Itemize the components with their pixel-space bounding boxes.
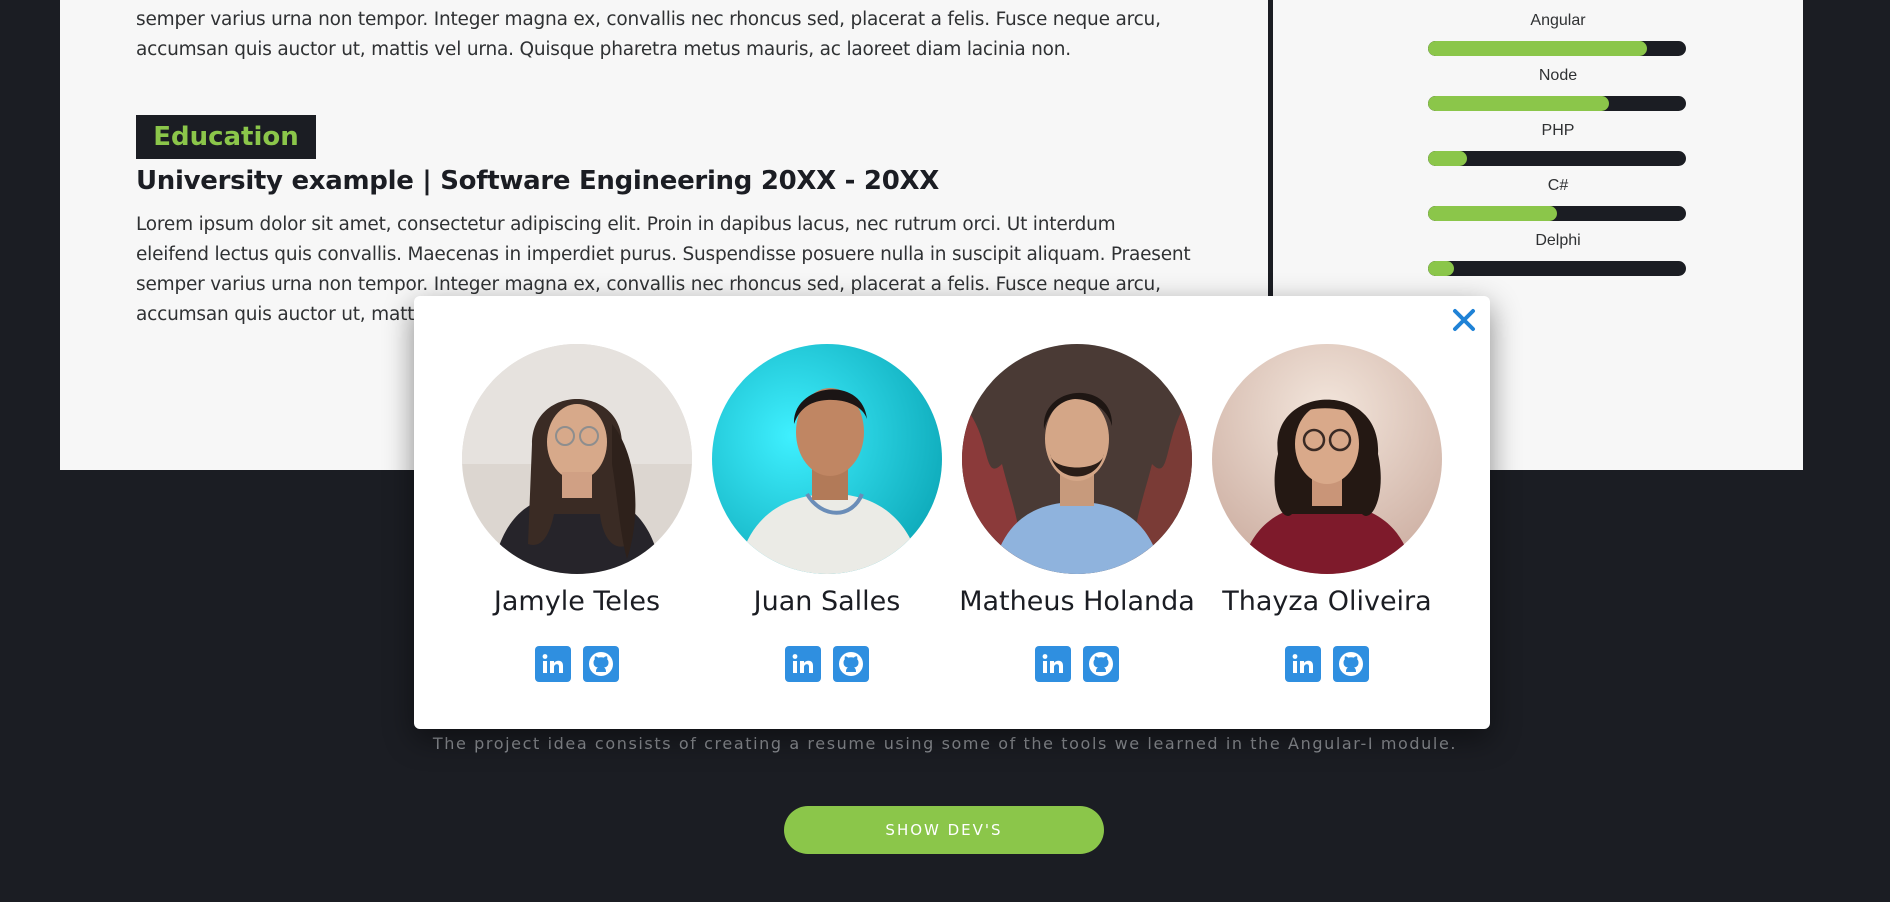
github-link[interactable] [1083,646,1119,682]
skill-name: Angular [1530,12,1586,29]
github-icon [839,652,863,676]
skill-bar [1428,261,1686,276]
skill-item: PHP [1428,120,1688,175]
developer-avatar [462,344,692,574]
developer-avatar [712,344,942,574]
linkedin-link[interactable] [1035,646,1071,682]
developer-name: Thayza Oliveira [1222,586,1432,617]
github-link[interactable] [833,646,869,682]
github-icon [1339,652,1363,676]
linkedin-icon [1042,654,1063,673]
show-devs-button[interactable]: SHOW DEV'S [784,806,1104,854]
skill-name: C# [1547,177,1569,194]
developer-avatar [1212,344,1442,574]
linkedin-link[interactable] [535,646,571,682]
developer-card: Jamyle Teles [462,344,692,682]
skill-bar [1428,206,1686,221]
developers-list: Jamyle Teles Juan Salles Matheus Holanda… [462,344,1442,682]
project-description: The project idea consists of creating a … [432,734,1458,753]
developer-name: Jamyle Teles [493,586,661,617]
github-icon [1089,652,1113,676]
skill-item: Node [1428,65,1688,120]
linkedin-icon [792,654,813,673]
developer-socials [1285,646,1369,682]
experience-paragraph: semper varius urna non tempor. Integer m… [136,5,1236,65]
paragraph-line: Lorem ipsum dolor sit amet, consectetur … [136,214,1116,235]
github-link[interactable] [583,646,619,682]
skill-bar-fill [1428,151,1467,166]
skill-bar-fill [1428,206,1557,221]
developer-avatar [962,344,1192,574]
developer-socials [785,646,869,682]
linkedin-link[interactable] [785,646,821,682]
developer-socials [1035,646,1119,682]
close-icon [1453,309,1475,331]
developers-modal: Jamyle Teles Juan Salles Matheus Holanda… [414,296,1490,729]
education-title: University example | Software Engineerin… [136,166,939,196]
skill-name: Delphi [1535,232,1581,249]
skill-bar [1428,151,1686,166]
linkedin-link[interactable] [1285,646,1321,682]
skills-list: Angular Node PHP C# Delphi [1428,10,1688,285]
skill-bar-fill [1428,96,1609,111]
developer-card: Juan Salles [712,344,942,682]
paragraph-line: semper varius urna non tempor. Integer m… [136,9,1161,30]
education-heading: Education [136,115,316,159]
skill-bar [1428,96,1686,111]
linkedin-icon [1292,654,1313,673]
skill-item: C# [1428,175,1688,230]
paragraph-line: eleifend lectus quis convallis. Maecenas… [136,244,1191,265]
developer-socials [535,646,619,682]
skill-item: Delphi [1428,230,1688,285]
close-modal-button[interactable] [1448,304,1480,336]
skill-bar-fill [1428,41,1648,56]
developer-card: Thayza Oliveira [1212,344,1442,682]
skill-name: PHP [1541,122,1575,139]
paragraph-line: accumsan quis auctor ut, mattis vel urna… [136,39,1071,60]
skill-item: Angular [1428,10,1688,65]
github-icon [589,652,613,676]
github-link[interactable] [1333,646,1369,682]
skill-bar-fill [1428,261,1454,276]
skill-bar [1428,41,1686,56]
developer-card: Matheus Holanda [959,344,1195,682]
developer-name: Juan Salles [753,586,901,617]
linkedin-icon [542,654,563,673]
developer-name: Matheus Holanda [959,586,1195,617]
skill-name: Node [1538,67,1578,84]
